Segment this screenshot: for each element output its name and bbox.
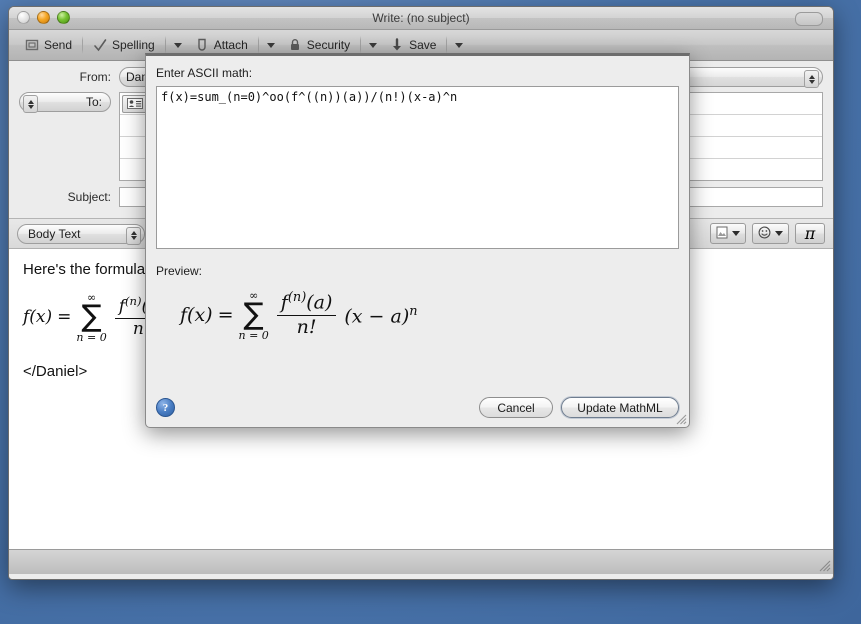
- insert-image-icon: [716, 226, 728, 242]
- chevron-down-icon: [27, 104, 34, 109]
- send-button[interactable]: Send: [19, 36, 78, 55]
- attach-label: Attach: [213, 38, 248, 52]
- pi-icon: π: [804, 224, 816, 243]
- preview-formula-tail: (x − a)n: [344, 303, 418, 327]
- paragraph-style-stepper-icon[interactable]: [126, 226, 141, 245]
- chevron-up-icon: [27, 99, 34, 104]
- formula-summation: ∞ ∑ n = 0: [76, 292, 106, 343]
- preview-equals: =: [217, 304, 234, 327]
- from-label: From:: [79, 70, 111, 84]
- update-mathml-button[interactable]: Update MathML: [561, 397, 679, 418]
- attach-dropdown-arrow[interactable]: [266, 42, 275, 48]
- close-button[interactable]: [17, 11, 30, 24]
- save-dropdown-arrow[interactable]: [455, 42, 464, 48]
- chevron-up-icon: [808, 74, 815, 79]
- ascii-math-input[interactable]: [156, 86, 679, 249]
- sum-lower-limit: n = 0: [76, 330, 107, 344]
- ascii-math-dialog: Enter ASCII math: Preview: f(x) = ∞ ∑ n …: [145, 53, 690, 428]
- security-button[interactable]: Security: [282, 36, 356, 55]
- window-controls: [17, 11, 70, 24]
- spelling-dropdown-arrow[interactable]: [173, 42, 182, 48]
- window-resize-grip[interactable]: [817, 558, 831, 572]
- toolbar-separator: [360, 36, 362, 54]
- subject-label: Subject:: [67, 190, 111, 204]
- spelling-label: Spelling: [112, 38, 155, 52]
- security-label: Security: [306, 38, 351, 52]
- help-icon[interactable]: ?: [156, 398, 175, 417]
- security-dropdown-arrow[interactable]: [369, 42, 378, 48]
- window-titlebar: Write: (no subject): [9, 7, 833, 30]
- spelling-icon: [93, 38, 107, 53]
- to-stepper-icon[interactable]: [23, 95, 38, 113]
- formula-preview: f(x) = ∞ ∑ n = 0 f(n)(a) n! (x − a)n: [156, 284, 679, 356]
- chevron-down-icon: [808, 79, 815, 84]
- window-title: Write: (no subject): [372, 11, 470, 25]
- smiley-icon: [758, 226, 771, 242]
- chevron-up-icon: [130, 231, 137, 235]
- formula-equals: =: [57, 307, 72, 328]
- cancel-button[interactable]: Cancel: [479, 397, 553, 418]
- preview-lhs: f(x): [180, 304, 213, 327]
- spelling-button[interactable]: Spelling: [87, 36, 161, 55]
- send-label: Send: [44, 38, 73, 52]
- smiley-dropdown-arrow[interactable]: [775, 231, 783, 236]
- smiley-button[interactable]: [752, 223, 789, 244]
- preview-label: Preview:: [156, 264, 203, 278]
- send-icon: [25, 38, 39, 53]
- paragraph-style-select[interactable]: Body Text: [17, 223, 145, 245]
- preview-formula: f(x) = ∞ ∑ n = 0 f(n)(a) n! (x − a)n: [180, 290, 418, 341]
- insert-math-button[interactable]: π: [795, 223, 825, 244]
- to-label: To:: [85, 95, 102, 109]
- from-stepper-icon[interactable]: [804, 70, 819, 88]
- paragraph-style-value: Body Text: [28, 226, 81, 241]
- sigma-icon: ∑: [81, 299, 102, 334]
- preview-fraction-denominator: n!: [296, 316, 317, 339]
- formula-lhs: f(x): [23, 307, 53, 328]
- insert-image-dropdown-arrow[interactable]: [732, 231, 740, 236]
- chevron-down-icon: [130, 236, 137, 240]
- preview-sigma-icon: ∑: [243, 297, 264, 332]
- dialog-resize-grip[interactable]: [674, 412, 687, 425]
- attach-button[interactable]: Attach: [189, 36, 254, 55]
- toolbar-separator: [257, 36, 259, 54]
- preview-fraction: f(n)(a) n!: [276, 290, 337, 339]
- toolbar-separator: [446, 36, 448, 54]
- attach-icon: [195, 38, 209, 53]
- save-button[interactable]: Save: [384, 36, 442, 55]
- save-label: Save: [409, 38, 437, 52]
- save-icon: [390, 37, 404, 53]
- ascii-input-label: Enter ASCII math:: [156, 66, 253, 80]
- recipient-type-select[interactable]: To:: [19, 92, 111, 113]
- preview-fraction-numerator: f(n)(a): [280, 290, 333, 314]
- dialog-footer: ? Cancel Update MathML: [156, 397, 679, 418]
- minimize-button[interactable]: [37, 11, 50, 24]
- toolbar-separator: [82, 36, 84, 54]
- toolbar-toggle-button[interactable]: [795, 12, 823, 26]
- toolbar-separator: [164, 36, 166, 54]
- insert-image-button[interactable]: [710, 223, 746, 244]
- security-icon: [288, 38, 302, 53]
- zoom-button[interactable]: [57, 11, 70, 24]
- preview-sum-lower-limit: n = 0: [238, 328, 269, 342]
- window-status-bar: [9, 549, 833, 574]
- preview-summation: ∞ ∑ n = 0: [239, 290, 269, 341]
